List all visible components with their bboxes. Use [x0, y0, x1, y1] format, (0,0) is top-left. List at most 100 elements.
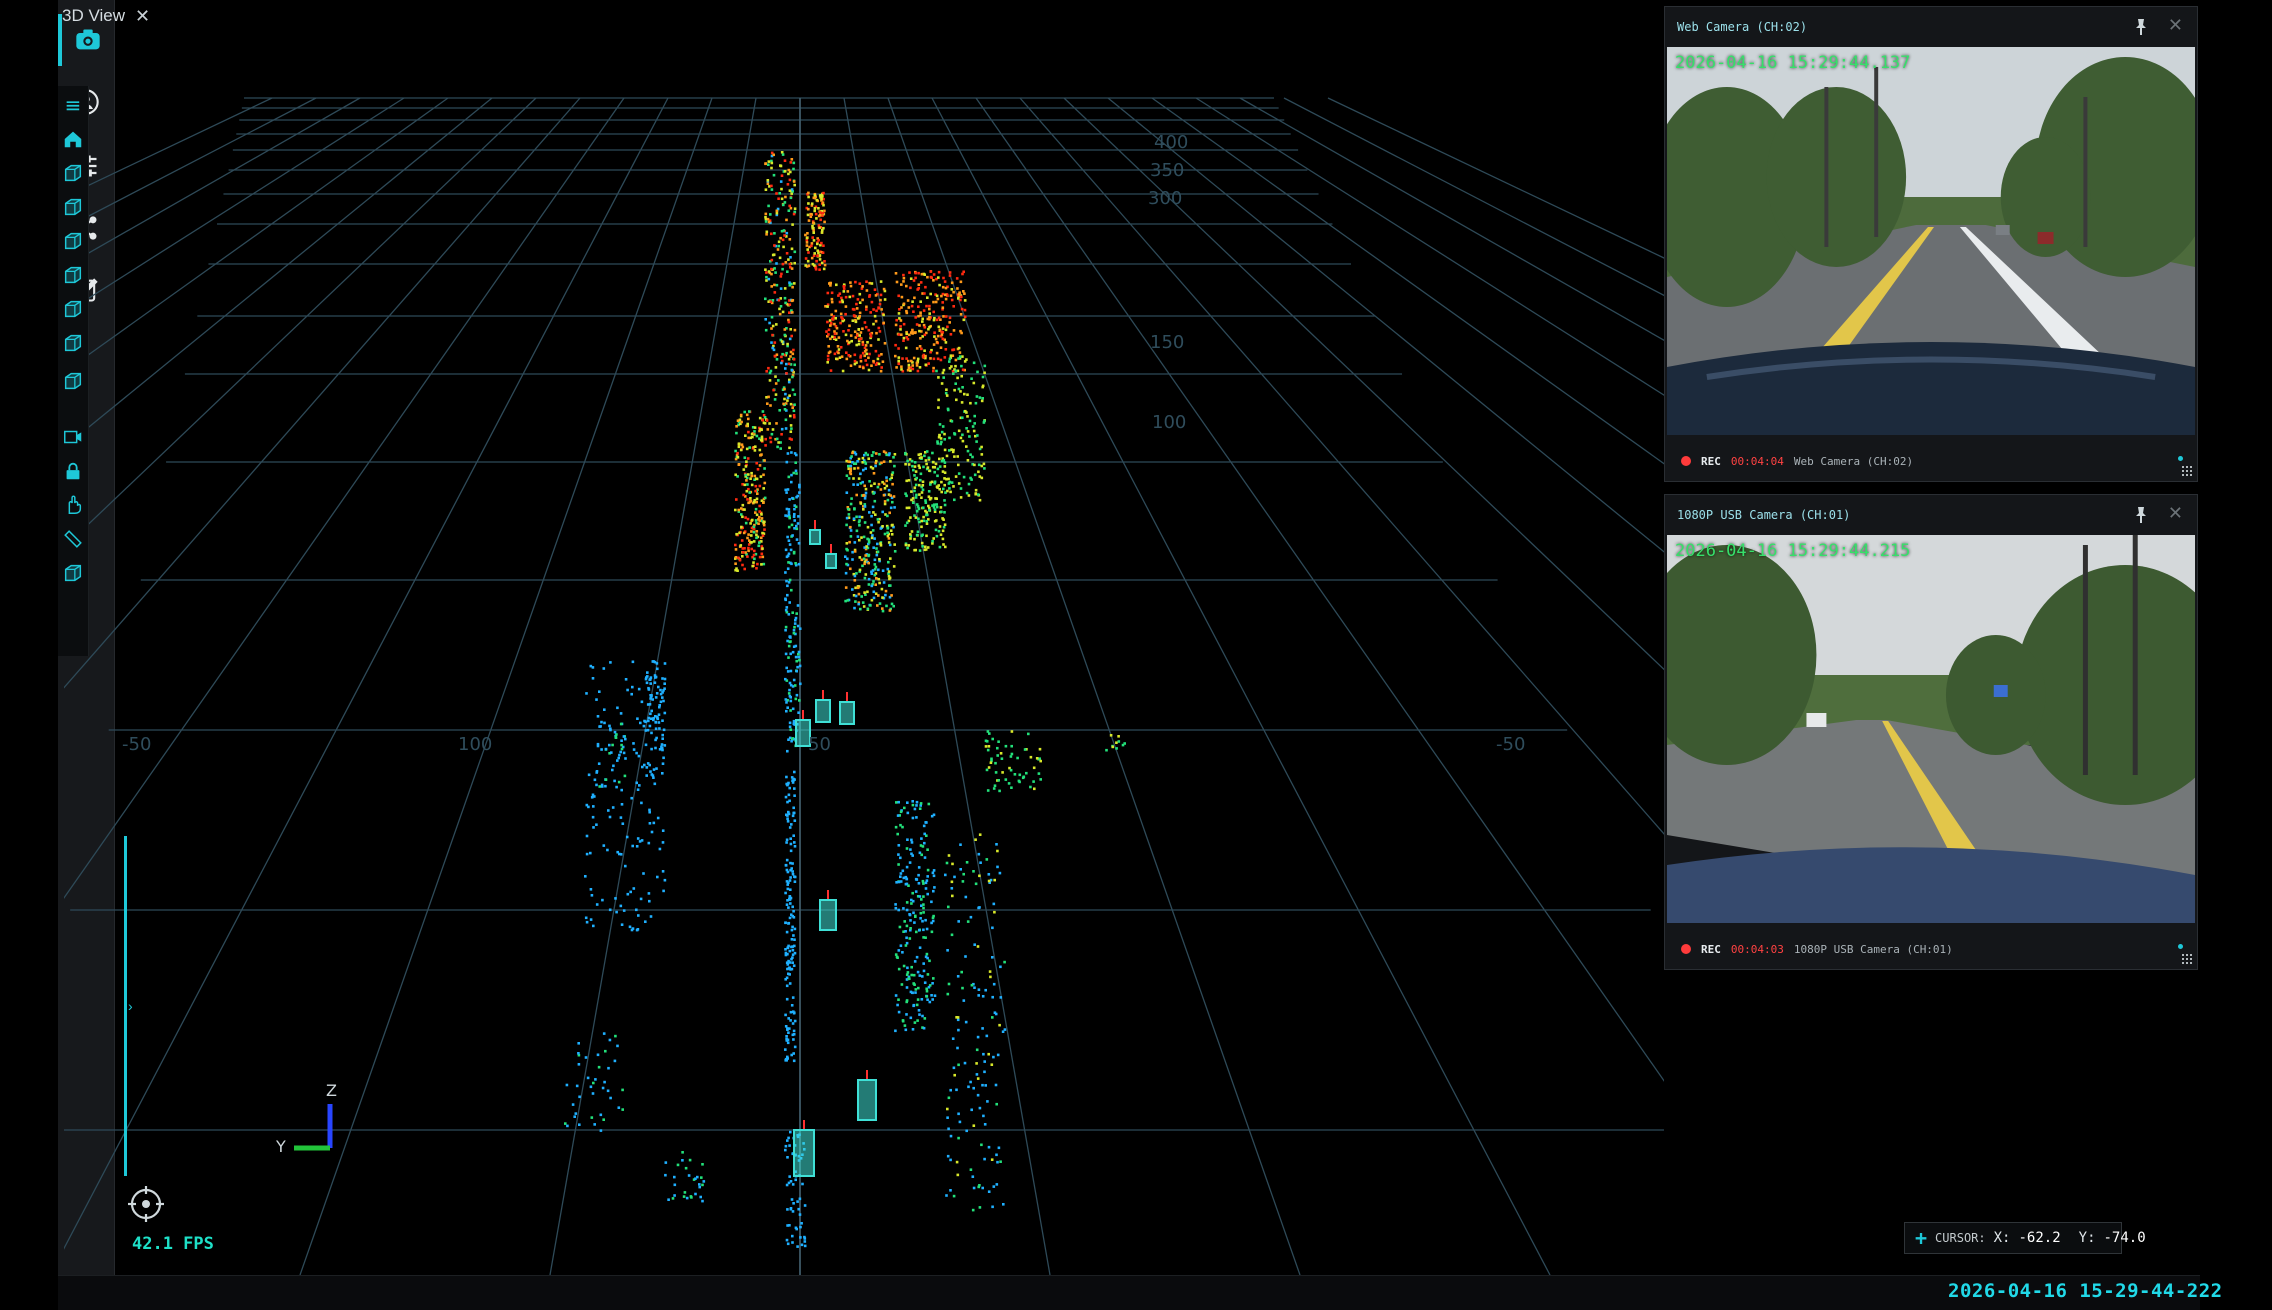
lidar-point: [647, 841, 651, 845]
object-bounding-box[interactable]: [825, 553, 837, 569]
tool-home-button[interactable]: [58, 124, 88, 154]
lidar-point: [742, 468, 746, 471]
lidar-point: [784, 978, 787, 981]
lidar-point: [878, 330, 882, 333]
resize-grip-icon[interactable]: [2181, 953, 2193, 965]
lidar-point: [929, 357, 932, 360]
lidar-point: [589, 888, 593, 891]
tab-3d-view[interactable]: 3D View ✕: [62, 4, 150, 28]
tool-lock-button[interactable]: [58, 456, 88, 486]
lidar-point: [788, 681, 792, 685]
lidar-point: [939, 346, 943, 349]
tool-view-iso-button[interactable]: [58, 366, 88, 396]
lidar-point: [789, 1180, 793, 1183]
lidar-point: [926, 868, 930, 872]
camera-panel-header[interactable]: Web Camera (CH:02): [1665, 7, 2197, 47]
lidar-point: [766, 402, 769, 405]
lidar-point: [957, 1136, 960, 1140]
lidar-point: [919, 478, 922, 482]
object-bounding-box[interactable]: [819, 899, 837, 931]
camera-panel-web[interactable]: Web Camera (CH:02) ✕ 2026-04-16 15:29:44…: [1664, 6, 2198, 482]
lidar-point: [911, 364, 914, 367]
tool-measure-button[interactable]: [58, 524, 88, 554]
lidar-point: [784, 1148, 787, 1152]
lidar-point: [753, 549, 756, 553]
tool-pan-button[interactable]: [58, 490, 88, 520]
lidar-point: [787, 508, 791, 511]
lidar-point: [936, 334, 940, 338]
lidar-point: [791, 996, 795, 999]
lidar-point: [873, 499, 877, 503]
recenter-crosshair-icon[interactable]: [128, 1186, 164, 1222]
lidar-point: [807, 202, 810, 205]
lidar-point: [640, 700, 644, 704]
pin-icon[interactable]: [2131, 505, 2151, 525]
grid-label-y-3: 300: [1148, 188, 1182, 209]
camera-close-icon[interactable]: ✕: [2168, 15, 2183, 36]
lidar-point: [935, 369, 938, 373]
tab-close-icon[interactable]: ✕: [135, 6, 150, 27]
lidar-point: [916, 357, 920, 361]
lidar-point: [793, 1019, 797, 1023]
object-bounding-box[interactable]: [815, 699, 831, 723]
lidar-point: [923, 454, 926, 458]
tool-view-side-button[interactable]: [58, 192, 88, 222]
object-bounding-box[interactable]: [857, 1079, 877, 1121]
lidar-point: [791, 311, 794, 314]
lidar-point: [736, 419, 740, 422]
lidar-point: [577, 1063, 581, 1066]
lidar-point: [918, 974, 922, 977]
view-left-icon: [64, 232, 82, 250]
lidar-point: [915, 533, 919, 537]
camera-close-icon[interactable]: ✕: [2168, 503, 2183, 524]
lidar-point: [889, 506, 893, 510]
lidar-point: [976, 1035, 980, 1039]
camera-panel-usb[interactable]: 1080P USB Camera (CH:01) ✕ 2026-04-16 15…: [1664, 494, 2198, 970]
lidar-point: [898, 317, 901, 320]
lidar-point: [864, 554, 867, 557]
lidar-point: [953, 875, 956, 879]
lidar-point: [766, 182, 770, 185]
lidar-point: [615, 785, 618, 789]
tool-view-bottom-button[interactable]: [58, 328, 88, 358]
object-bounding-box[interactable]: [839, 701, 855, 725]
lidar-point: [932, 310, 935, 314]
resize-grip-icon[interactable]: [2181, 465, 2193, 477]
tool-box-button[interactable]: [58, 558, 88, 588]
lidar-point: [784, 548, 788, 552]
lidar-point: [863, 562, 866, 566]
lidar-point: [860, 536, 863, 539]
lidar-point: [735, 431, 738, 435]
lidar-point: [658, 847, 662, 851]
tool-view-front-button[interactable]: [58, 158, 88, 188]
lidar-point: [974, 492, 978, 495]
lidar-point: [791, 534, 794, 537]
tool-capture-button[interactable]: [58, 422, 88, 452]
lidar-point: [764, 162, 767, 165]
lidar-point: [687, 1174, 691, 1177]
lidar-point: [793, 328, 797, 332]
lidar-point: [788, 601, 791, 604]
lidar-point: [981, 375, 985, 379]
lidar-point: [985, 1034, 989, 1038]
lidar-point: [905, 357, 908, 360]
lidar-point: [632, 742, 635, 745]
lidar-point: [845, 523, 848, 527]
lidar-point: [793, 880, 797, 883]
tool-view-top-button[interactable]: [58, 294, 88, 324]
pin-icon[interactable]: [2131, 17, 2151, 37]
lidar-point: [630, 692, 633, 696]
tool-menu-button[interactable]: ≡: [58, 90, 88, 120]
tool-view-right-button[interactable]: [58, 260, 88, 290]
camera-panel-header[interactable]: 1080P USB Camera (CH:01): [1665, 495, 2197, 535]
lidar-point: [853, 359, 857, 363]
grid-line: [64, 97, 669, 1250]
lidar-point: [659, 700, 663, 704]
lidar-point: [663, 878, 667, 882]
object-bounding-box[interactable]: [809, 529, 821, 545]
tool-view-left-button[interactable]: [58, 226, 88, 256]
lidar-point: [786, 270, 789, 273]
lidar-point: [1009, 768, 1013, 772]
lidar-point: [1117, 740, 1121, 743]
object-bounding-box[interactable]: [793, 1129, 815, 1177]
